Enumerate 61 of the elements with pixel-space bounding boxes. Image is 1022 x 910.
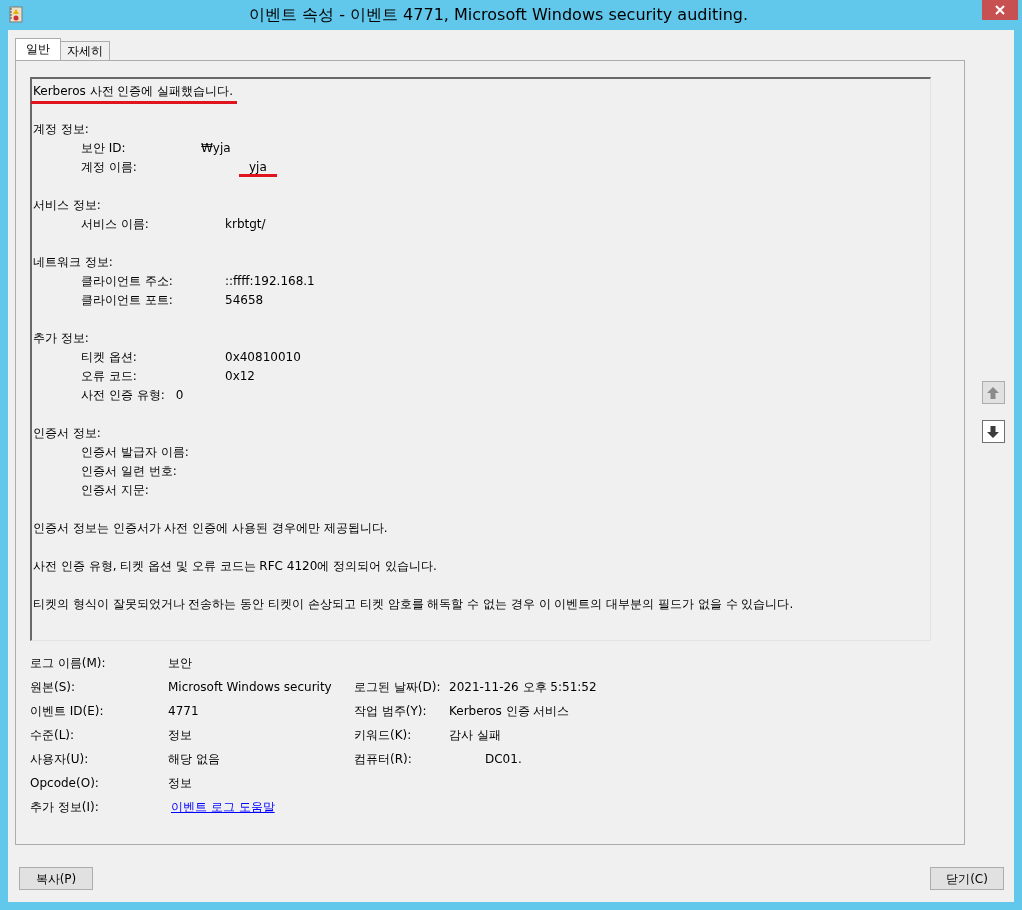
field-label: 로그 이름(M): <box>30 655 107 672</box>
section-heading: 계정 정보: <box>33 122 89 136</box>
field-value: 정보 <box>168 728 192 742</box>
field-label: 클라이언트 포트: <box>81 292 174 309</box>
note-text: 사전 인증 유형, 티켓 옵션 및 오류 코드는 RFC 4120에 정의되어 있습니다. <box>33 559 437 573</box>
section-heading: 인증서 정보: <box>33 426 101 440</box>
field-value: ::ffff:192.168.1 <box>225 273 315 290</box>
section-heading: 서비스 정보: <box>33 198 101 212</box>
field-value: 보안 <box>168 656 192 670</box>
field-value: 4771 <box>168 704 199 718</box>
field-label: 클라이언트 주소: <box>81 273 174 290</box>
note-text: 인증서 정보는 인증서가 사전 인증에 사용된 경우에만 제공됩니다. <box>33 521 388 535</box>
field-value: 2021-11-26 오후 5:51:52 <box>449 680 597 694</box>
field-value: 0 <box>175 387 184 404</box>
field-value: Kerberos 인증 서비스 <box>449 704 570 718</box>
field-label: 사용자(U): <box>30 751 90 768</box>
field-label: 사전 인증 유형: <box>81 387 165 404</box>
field-label: Opcode(O): <box>30 775 100 792</box>
field-label: 티켓 옵션: <box>81 349 138 366</box>
field-value: 0x40810010 <box>225 349 301 366</box>
field-label: 로그된 날짜(D): <box>354 679 442 696</box>
field-label: 컴퓨터(R): <box>354 751 413 768</box>
copy-button[interactable]: 복사(P) <box>19 867 93 890</box>
field-value: ₩yja <box>201 140 231 157</box>
field-value: Microsoft Windows security <box>168 680 332 694</box>
field-label: 오류 코드: <box>81 368 138 385</box>
field-label: 인증서 지문: <box>81 482 150 499</box>
field-label: 추가 정보(I): <box>30 799 100 816</box>
help-link[interactable]: 이벤트 로그 도움말 <box>168 800 275 814</box>
close-button[interactable] <box>982 0 1018 20</box>
close-dialog-button[interactable]: 닫기(C) <box>930 867 1004 890</box>
field-label: 계정 이름: <box>81 159 138 176</box>
field-label: 인증서 일련 번호: <box>81 463 178 480</box>
field-value: krbtgt/ <box>225 216 266 233</box>
field-value: 54658 <box>225 292 264 309</box>
field-label: 원본(S): <box>30 679 77 696</box>
close-icon <box>995 5 1005 15</box>
field-label: 서비스 이름: <box>81 216 150 233</box>
field-label: 이벤트 ID(E): <box>30 703 105 720</box>
field-value: yja <box>239 158 277 177</box>
tab[interactable]: 일반 <box>15 38 61 60</box>
window-title: 이벤트 속성 - 이벤트 4771, Microsoft Windows security auditing. <box>248 4 749 26</box>
field-label: 인증서 발급자 이름: <box>81 444 190 461</box>
field-value: 감사 실패 <box>449 728 501 742</box>
field-value: 해당 없음 <box>168 752 220 766</box>
tab[interactable]: 자세히 <box>60 41 110 60</box>
event-log-icon <box>9 6 23 23</box>
field-label: 작업 범주(Y): <box>354 703 428 720</box>
field-value: DC01. <box>485 752 522 766</box>
summary-text: Kerberos 사전 인증에 실패했습니다. <box>31 83 238 104</box>
field-label: 수준(L): <box>30 727 76 744</box>
next-button[interactable] <box>981 420 1005 443</box>
field-label: 보안 ID: <box>81 140 127 157</box>
up-arrow-icon <box>986 385 1000 400</box>
field-label: 키워드(K): <box>354 727 413 744</box>
note-text: 티켓의 형식이 잘못되었거나 전송하는 동안 티켓이 손상되고 티켓 암호를 해독할 수 없는 경우 이 이벤트의 대부분의 필드가 없을 수 있습니다. <box>33 597 794 611</box>
down-arrow-icon <box>986 424 1000 439</box>
field-value: 0x12 <box>225 368 255 385</box>
section-heading: 추가 정보: <box>33 331 89 345</box>
field-value: 정보 <box>168 776 192 790</box>
section-heading: 네트워크 정보: <box>33 255 113 269</box>
